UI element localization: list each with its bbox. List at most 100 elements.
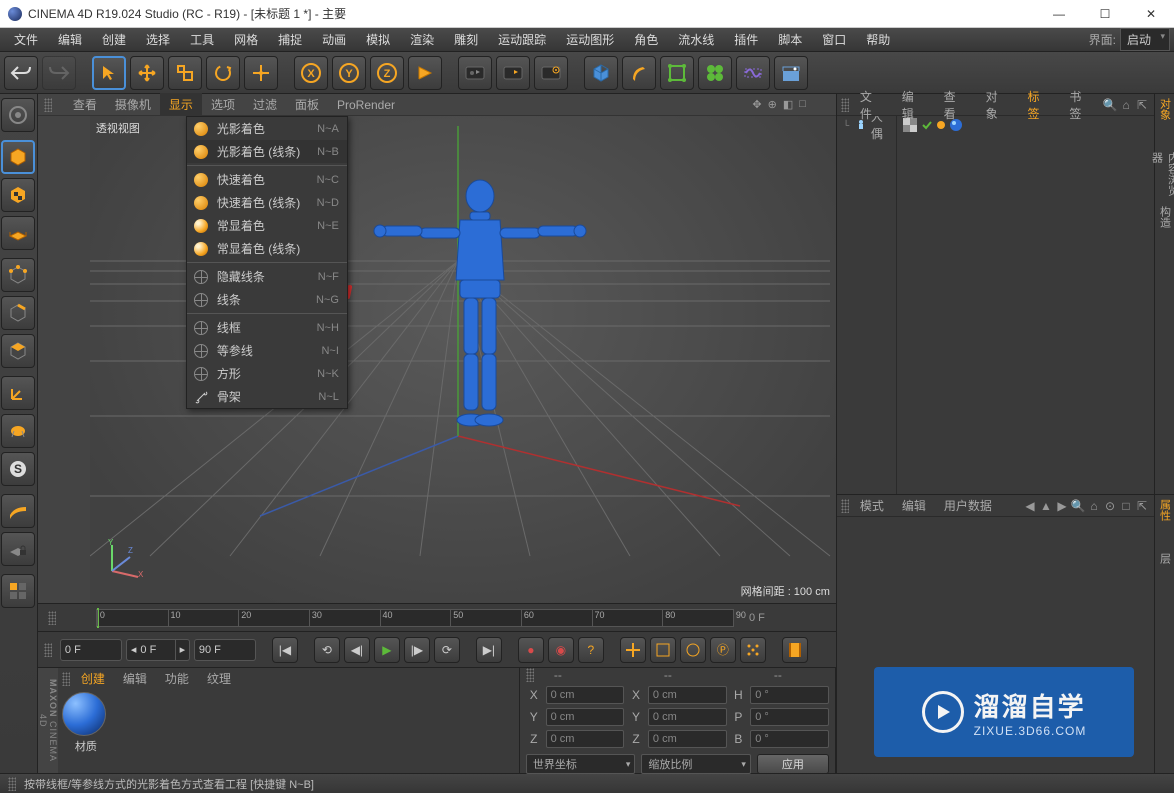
next-key-button[interactable]: ⟳ bbox=[434, 637, 460, 663]
attr-tab-用户数据[interactable]: 用户数据 bbox=[935, 494, 1001, 517]
display-option[interactable]: 隐藏线条N~F bbox=[187, 265, 347, 288]
apply-button[interactable]: 应用 bbox=[757, 754, 829, 774]
menu-渲染[interactable]: 渲染 bbox=[400, 27, 444, 52]
move-tool[interactable] bbox=[130, 56, 164, 90]
menu-工具[interactable]: 工具 bbox=[180, 27, 224, 52]
vp-nav-icon[interactable]: ✥ bbox=[752, 98, 761, 111]
rotation-input[interactable]: 0 ° bbox=[750, 730, 829, 748]
render-view-button[interactable] bbox=[458, 56, 492, 90]
maximize-button[interactable]: ☐ bbox=[1082, 0, 1128, 28]
panel-tool-icon[interactable]: ⌂ bbox=[1118, 98, 1134, 112]
menu-创建[interactable]: 创建 bbox=[92, 27, 136, 52]
history-nav-icon[interactable]: ▲ bbox=[1038, 499, 1054, 513]
frame-start-input[interactable]: 0 F bbox=[60, 639, 122, 661]
menu-文件[interactable]: 文件 bbox=[4, 27, 48, 52]
vp-menu-摄像机[interactable]: 摄像机 bbox=[106, 93, 160, 116]
goto-end-button[interactable]: ▶| bbox=[476, 637, 502, 663]
side-tab-内容浏览器[interactable]: 内容浏览器 bbox=[1149, 152, 1174, 200]
obj-tab-标签[interactable]: 标签 bbox=[1018, 85, 1060, 125]
coord-scale-combo[interactable]: 缩放比例 bbox=[641, 754, 751, 774]
size-input[interactable]: 0 cm bbox=[648, 708, 727, 726]
position-input[interactable]: 0 cm bbox=[546, 686, 625, 704]
lock-workplane[interactable] bbox=[1, 532, 35, 566]
axis-mode[interactable] bbox=[1, 376, 35, 410]
panel-grip-icon[interactable] bbox=[526, 668, 534, 682]
menu-网格[interactable]: 网格 bbox=[224, 27, 268, 52]
key-pla-button[interactable] bbox=[740, 637, 766, 663]
undo-button[interactable] bbox=[4, 56, 38, 90]
attr-tab-编辑[interactable]: 编辑 bbox=[893, 494, 935, 517]
panel-grip-icon[interactable] bbox=[44, 643, 52, 657]
panel-grip-icon[interactable] bbox=[841, 98, 849, 112]
menu-脚本[interactable]: 脚本 bbox=[768, 27, 812, 52]
play-button[interactable]: ▶ bbox=[374, 637, 400, 663]
next-frame-button[interactable]: |▶ bbox=[404, 637, 430, 663]
vp-menu-查看[interactable]: 查看 bbox=[64, 93, 106, 116]
display-option[interactable]: 快速着色 (线条)N~D bbox=[187, 191, 347, 214]
prev-frame-button[interactable]: ◀| bbox=[344, 637, 370, 663]
tweak-mode[interactable] bbox=[1, 414, 35, 448]
model-mode[interactable] bbox=[1, 140, 35, 174]
menu-流水线[interactable]: 流水线 bbox=[668, 27, 724, 52]
redo-button[interactable] bbox=[42, 56, 76, 90]
axis-y-button[interactable]: Y bbox=[332, 56, 366, 90]
key-scale-button[interactable] bbox=[650, 637, 676, 663]
material-item[interactable]: 材质 bbox=[62, 692, 110, 769]
display-option[interactable]: 常显着色N~E bbox=[187, 214, 347, 237]
menu-动画[interactable]: 动画 bbox=[312, 27, 356, 52]
live-select-tool[interactable] bbox=[1, 98, 35, 132]
rotation-input[interactable]: 0 ° bbox=[750, 708, 829, 726]
panel-grip-icon[interactable] bbox=[8, 777, 16, 791]
menu-捕捉[interactable]: 捕捉 bbox=[268, 27, 312, 52]
frame-current-input[interactable]: ◂0 F bbox=[126, 639, 176, 661]
obj-tab-查看[interactable]: 查看 bbox=[935, 85, 977, 125]
polygons-mode[interactable] bbox=[1, 334, 35, 368]
edges-mode[interactable] bbox=[1, 296, 35, 330]
nurbs-button[interactable] bbox=[660, 56, 694, 90]
vp-menu-面板[interactable]: 面板 bbox=[286, 93, 328, 116]
last-tool[interactable] bbox=[244, 56, 278, 90]
panel-tool-icon[interactable]: ⇱ bbox=[1134, 499, 1150, 513]
mat-tab-创建[interactable]: 创建 bbox=[72, 668, 114, 689]
goto-start-button[interactable]: |◀ bbox=[272, 637, 298, 663]
generator-button[interactable] bbox=[698, 56, 732, 90]
minimize-button[interactable]: — bbox=[1036, 0, 1082, 28]
vp-nav-icon[interactable]: □ bbox=[799, 98, 806, 111]
display-option[interactable]: 等参线N~I bbox=[187, 339, 347, 362]
attr-tab-模式[interactable]: 模式 bbox=[851, 494, 893, 517]
menu-插件[interactable]: 插件 bbox=[724, 27, 768, 52]
close-button[interactable]: ✕ bbox=[1128, 0, 1174, 28]
menu-角色[interactable]: 角色 bbox=[624, 27, 668, 52]
vp-menu-选项[interactable]: 选项 bbox=[202, 93, 244, 116]
display-option[interactable]: 光影着色N~A bbox=[187, 117, 347, 140]
panel-tool-icon[interactable]: ⊙ bbox=[1102, 499, 1118, 513]
frame-end-input[interactable]: 90 F bbox=[194, 639, 256, 661]
coord-system-button[interactable] bbox=[408, 56, 442, 90]
autokey-button[interactable]: ◉ bbox=[548, 637, 574, 663]
texture-mode[interactable] bbox=[1, 178, 35, 212]
select-tool[interactable] bbox=[92, 56, 126, 90]
vp-nav-icon[interactable]: ◧ bbox=[783, 98, 793, 111]
menu-编辑[interactable]: 编辑 bbox=[48, 27, 92, 52]
vp-nav-icon[interactable]: ⊕ bbox=[768, 98, 777, 111]
frame-step-button[interactable]: ▸ bbox=[176, 639, 190, 661]
keyframe-help-button[interactable]: ? bbox=[578, 637, 604, 663]
menu-窗口[interactable]: 窗口 bbox=[812, 27, 856, 52]
side-tab-属性[interactable]: 属性 bbox=[1157, 499, 1173, 547]
key-rotate-button[interactable] bbox=[680, 637, 706, 663]
mat-tab-编辑[interactable]: 编辑 bbox=[114, 668, 156, 689]
menu-帮助[interactable]: 帮助 bbox=[856, 27, 900, 52]
display-option[interactable]: 快速着色N~C bbox=[187, 168, 347, 191]
mat-tab-纹理[interactable]: 纹理 bbox=[198, 668, 240, 689]
side-tab-层[interactable]: 层 bbox=[1157, 553, 1173, 601]
obj-tab-文件[interactable]: 文件 bbox=[851, 85, 893, 125]
scale-tool[interactable] bbox=[168, 56, 202, 90]
pen-tool-button[interactable] bbox=[622, 56, 656, 90]
menu-模拟[interactable]: 模拟 bbox=[356, 27, 400, 52]
key-param-button[interactable]: Ⓟ bbox=[710, 637, 736, 663]
position-input[interactable]: 0 cm bbox=[546, 730, 625, 748]
size-input[interactable]: 0 cm bbox=[648, 686, 727, 704]
perspective-viewport[interactable]: 透视视图 bbox=[90, 116, 836, 603]
mat-tab-功能[interactable]: 功能 bbox=[156, 668, 198, 689]
display-option[interactable]: 方形N~K bbox=[187, 362, 347, 385]
